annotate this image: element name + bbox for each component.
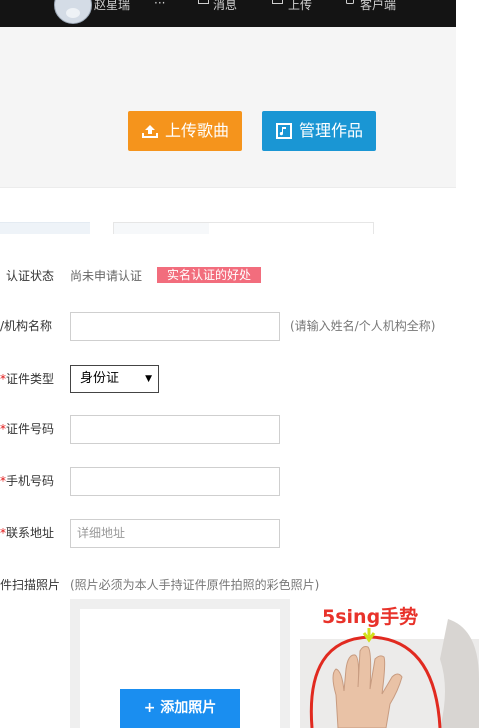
user-name-link[interactable]: 赵星瑞 bbox=[94, 0, 130, 13]
id-type-select[interactable]: 身份证 ▼ bbox=[70, 365, 159, 393]
message-icon[interactable] bbox=[198, 0, 209, 4]
messages-link[interactable]: 消息 bbox=[213, 0, 237, 13]
top-nav-bar: 赵星瑞 ··· 消息 上传 客户端 bbox=[0, 0, 456, 27]
status-value: 尚未申请认证 bbox=[70, 269, 143, 283]
upload-icon bbox=[142, 125, 158, 138]
manage-works-button[interactable]: 管理作品 bbox=[262, 111, 376, 151]
id-type-label-text: 证件类型 bbox=[6, 372, 55, 386]
id-type-label: *证件类型 bbox=[0, 370, 54, 387]
address-label-text: 联系地址 bbox=[6, 526, 55, 540]
upload-link[interactable]: 上传 bbox=[288, 0, 312, 13]
dropdown-arrow-icon: ▼ bbox=[145, 374, 152, 384]
address-label: *联系地址 bbox=[0, 524, 54, 541]
mobile-icon[interactable] bbox=[346, 0, 354, 4]
id-number-input[interactable] bbox=[70, 415, 280, 444]
photo-hint: (照片必须为本人手持证件原件拍照的彩色照片) bbox=[70, 578, 320, 592]
name-label: /机构名称 bbox=[0, 319, 53, 333]
phone-label: *手机号码 bbox=[0, 472, 54, 489]
user-avatar[interactable] bbox=[54, 0, 92, 24]
upload-song-label: 上传歌曲 bbox=[165, 121, 230, 140]
photo-label: 件扫描照片 bbox=[0, 578, 61, 592]
more-menu[interactable]: ··· bbox=[154, 0, 165, 10]
id-number-label: *证件号码 bbox=[0, 420, 54, 437]
add-photo-button[interactable]: + 添加照片 bbox=[120, 689, 240, 728]
tab-left[interactable] bbox=[0, 222, 90, 234]
manage-works-label: 管理作品 bbox=[299, 121, 364, 140]
phone-input[interactable] bbox=[70, 467, 280, 496]
name-input[interactable] bbox=[70, 312, 280, 341]
phone-label-text: 手机号码 bbox=[6, 474, 55, 488]
sample-photo: 5sing手势 bbox=[300, 599, 479, 728]
upload-song-button[interactable]: 上传歌曲 bbox=[128, 111, 242, 151]
tab-right[interactable] bbox=[113, 222, 374, 234]
id-type-selected: 身份证 bbox=[80, 371, 120, 386]
header-banner bbox=[0, 27, 456, 188]
mobile-client-link[interactable]: 客户端 bbox=[360, 0, 396, 13]
name-hint: (请输入姓名/个人机构全称) bbox=[290, 319, 436, 333]
realname-benefits-badge[interactable]: 实名认证的好处 bbox=[157, 267, 261, 283]
music-note-icon bbox=[276, 123, 292, 139]
id-number-label-text: 证件号码 bbox=[6, 422, 55, 436]
sample-title: 5sing手势 bbox=[322, 606, 419, 628]
upload-icon[interactable] bbox=[272, 0, 283, 4]
status-label: 认证状态 bbox=[6, 269, 55, 283]
address-input[interactable]: 详细地址 bbox=[70, 519, 280, 548]
